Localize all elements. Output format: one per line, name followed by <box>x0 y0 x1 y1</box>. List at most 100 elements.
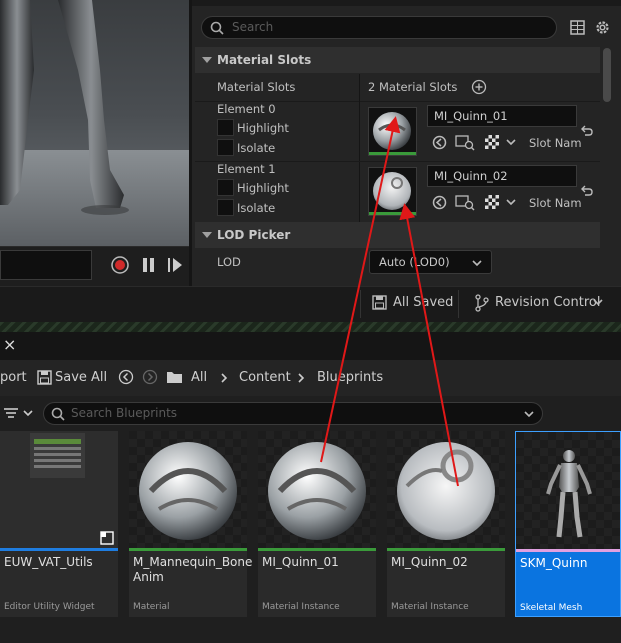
browse-icon[interactable] <box>455 134 475 151</box>
asset-type-bar <box>516 549 620 552</box>
lod-picker-section-header[interactable]: LOD Picker <box>195 222 600 248</box>
chevron-right-icon <box>298 373 305 383</box>
element-0-slot-name[interactable]: Slot Nam <box>529 136 582 150</box>
chevron-down-icon <box>472 260 482 267</box>
browse-icon[interactable] <box>432 195 447 210</box>
chevron-down-icon <box>202 232 212 238</box>
history-forward-icon[interactable] <box>142 369 158 385</box>
element-1-highlight-checkbox[interactable] <box>217 179 234 196</box>
material-slots-label: Material Slots <box>217 80 296 94</box>
search-icon <box>210 21 224 35</box>
lod-value: Auto (LOD0) <box>379 255 450 269</box>
revision-control-button[interactable]: Revision Control <box>495 295 600 310</box>
close-icon[interactable]: × <box>3 335 16 354</box>
content-search-placeholder: Search Blueprints <box>71 406 178 420</box>
widget-icon <box>100 531 114 545</box>
browse-icon[interactable] <box>432 135 447 150</box>
asset-tile-skm-quinn[interactable]: SKM_Quinn Skeletal Mesh <box>515 431 621 617</box>
asset-thumbnail <box>129 431 247 549</box>
material-color-bar <box>369 212 416 215</box>
graph-strip <box>0 322 621 332</box>
save-icon <box>372 295 387 310</box>
element-0-material-thumbnail[interactable] <box>368 107 417 156</box>
material-color-bar <box>369 152 416 155</box>
history-back-icon[interactable] <box>118 369 134 385</box>
asset-type: Editor Utility Widget <box>4 602 95 612</box>
asset-type-bar <box>129 548 247 551</box>
asset-thumbnail <box>387 431 505 549</box>
folder-icon[interactable] <box>166 370 183 384</box>
reset-icon[interactable] <box>579 184 593 198</box>
asset-type-bar <box>387 548 505 551</box>
element-0-isolate-label: Isolate <box>237 141 276 155</box>
asset-thumbnail <box>516 432 620 550</box>
lod-dropdown[interactable]: Auto (LOD0) <box>369 250 492 274</box>
asset-name: SKM_Quinn <box>520 556 588 570</box>
checker-icon[interactable] <box>485 195 499 209</box>
asset-type: Material <box>133 602 170 612</box>
save-icon <box>37 370 52 385</box>
grid-icon[interactable] <box>570 20 585 35</box>
chevron-down-icon[interactable] <box>505 197 517 207</box>
import-button[interactable]: port <box>0 370 27 385</box>
details-tab-strip <box>192 0 621 6</box>
viewport[interactable] <box>0 0 189 286</box>
element-1-isolate-checkbox[interactable] <box>217 199 234 216</box>
chevron-down-icon[interactable] <box>505 137 517 147</box>
save-all-button[interactable]: Save All <box>55 370 107 385</box>
element-1-material-thumbnail[interactable] <box>368 167 417 216</box>
status-separator <box>360 290 361 318</box>
chevron-down-icon[interactable] <box>523 409 535 419</box>
chevron-down-icon <box>202 57 212 63</box>
pause-icon[interactable] <box>139 255 159 275</box>
element-1-label: Element 1 <box>217 162 276 176</box>
gear-icon[interactable] <box>594 19 611 36</box>
breadcrumb-blueprints[interactable]: Blueprints <box>317 370 383 385</box>
chevron-right-icon <box>221 373 228 383</box>
widget-preview <box>30 433 85 478</box>
asset-name: MI_Quinn_02 <box>391 555 468 569</box>
element-0-isolate-checkbox[interactable] <box>217 139 234 156</box>
element-0-label: Element 0 <box>217 102 276 116</box>
element-1-slot-name[interactable]: Slot Nam <box>529 196 582 210</box>
element-0-material-field[interactable]: MI_Quinn_01 <box>427 105 577 127</box>
play-icon[interactable] <box>165 255 185 275</box>
asset-type-bar <box>258 548 376 551</box>
element-0-highlight-checkbox[interactable] <box>217 119 234 136</box>
asset-tile-m-mannequin-bone-anim[interactable]: M_Mannequin_Bone Anim Material <box>129 431 253 617</box>
asset-thumbnail <box>258 431 376 549</box>
chevron-down-icon[interactable] <box>592 297 604 307</box>
material-slots-section-header[interactable]: Material Slots <box>195 47 600 73</box>
character-legs <box>0 0 129 215</box>
details-search-placeholder: Search <box>232 20 274 34</box>
asset-name: M_Mannequin_Bone Anim <box>133 555 253 584</box>
element-1-highlight-label: Highlight <box>237 181 289 195</box>
add-icon[interactable] <box>471 79 487 95</box>
asset-type-bar <box>0 548 118 551</box>
asset-name: EUW_VAT_Utils <box>4 555 93 569</box>
element-1-material-field[interactable]: MI_Quinn_02 <box>427 165 577 187</box>
asset-type: Material Instance <box>262 602 340 612</box>
browse-icon[interactable] <box>455 194 475 211</box>
search-icon <box>51 407 65 421</box>
record-icon[interactable] <box>110 255 130 275</box>
all-saved-button[interactable]: All Saved <box>393 295 453 310</box>
lod-picker-section-title: LOD Picker <box>217 228 291 242</box>
asset-thumbnail <box>0 431 118 549</box>
breadcrumb-all[interactable]: All <box>191 370 207 385</box>
element-0-highlight-label: Highlight <box>237 121 289 135</box>
viewport-timeline-field[interactable] <box>0 250 92 280</box>
asset-tile-mi-quinn-01[interactable]: MI_Quinn_01 Material Instance <box>258 431 376 617</box>
asset-tile-euw-vat-utils[interactable]: EUW_VAT_Utils Editor Utility Widget <box>0 431 118 617</box>
content-browser-tab-bar: × <box>0 332 621 360</box>
breadcrumb-content[interactable]: Content <box>239 370 291 385</box>
filter-icon[interactable] <box>2 406 36 420</box>
reset-icon[interactable] <box>579 124 593 138</box>
checker-icon[interactable] <box>485 135 499 149</box>
details-scrollbar[interactable] <box>603 48 611 102</box>
details-search-input[interactable]: Search <box>201 16 557 39</box>
material-slots-count: 2 Material Slots <box>368 80 458 94</box>
asset-tile-mi-quinn-02[interactable]: MI_Quinn_02 Material Instance <box>387 431 505 617</box>
asset-type: Material Instance <box>391 602 469 612</box>
content-search-input[interactable]: Search Blueprints <box>43 402 543 425</box>
